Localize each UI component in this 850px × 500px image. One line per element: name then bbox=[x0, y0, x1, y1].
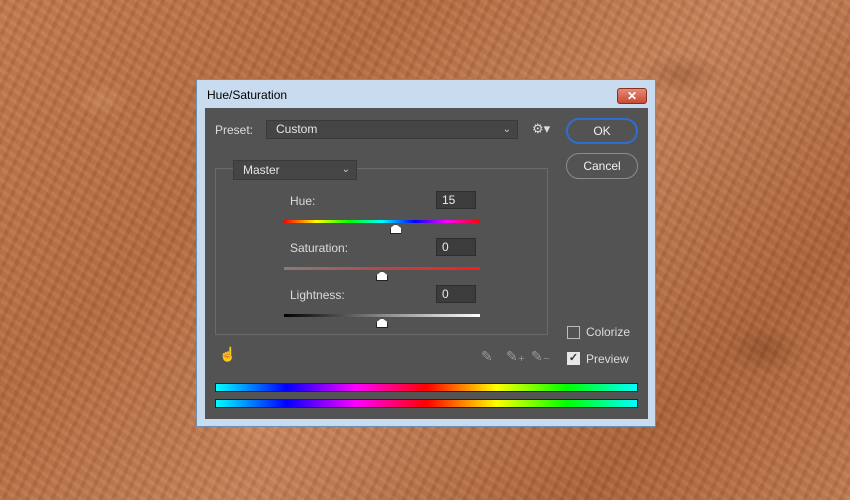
close-button[interactable]: ✕ bbox=[617, 88, 647, 104]
eyedropper-icon[interactable]: ✎ bbox=[481, 348, 493, 365]
lightness-label: Lightness: bbox=[290, 288, 345, 302]
dialog-body: Preset: Custom ⌄ ⚙▾ OK Cancel Master ⌄ H… bbox=[205, 108, 648, 419]
hue-input[interactable]: 15 bbox=[436, 191, 476, 209]
cancel-button[interactable]: Cancel bbox=[566, 153, 638, 179]
chevron-down-icon: ⌄ bbox=[341, 164, 350, 175]
channel-value: Master bbox=[243, 163, 280, 177]
eyedropper-plus-icon[interactable]: ✎₊ bbox=[506, 348, 525, 365]
gear-icon[interactable]: ⚙▾ bbox=[532, 121, 550, 137]
chevron-down-icon: ⌄ bbox=[502, 124, 511, 135]
preview-label: Preview bbox=[586, 352, 629, 366]
preview-checkbox[interactable]: ✓ bbox=[567, 352, 580, 365]
close-icon: ✕ bbox=[626, 89, 638, 103]
colorize-label: Colorize bbox=[586, 325, 631, 339]
output-color-spectrum bbox=[215, 399, 638, 408]
preset-label: Preset: bbox=[215, 123, 254, 137]
eyedropper-minus-icon[interactable]: ✎₋ bbox=[531, 348, 550, 365]
colorize-checkbox[interactable] bbox=[567, 326, 580, 339]
input-color-spectrum bbox=[215, 383, 638, 392]
saturation-slider-track[interactable] bbox=[284, 267, 480, 270]
preset-value: Custom bbox=[276, 122, 318, 136]
channel-dropdown[interactable]: Master ⌄ bbox=[233, 160, 357, 180]
dialog-title: Hue/Saturation bbox=[207, 88, 288, 102]
lightness-input[interactable]: 0 bbox=[436, 285, 476, 303]
targeted-adjustment-icon[interactable]: ☝ bbox=[219, 346, 236, 363]
hue-saturation-dialog: Hue/Saturation ✕ Preset: Custom ⌄ ⚙▾ OK … bbox=[196, 79, 656, 427]
hue-slider-track[interactable] bbox=[284, 220, 480, 223]
adjustment-group bbox=[215, 168, 548, 335]
preset-dropdown[interactable]: Custom ⌄ bbox=[266, 120, 518, 139]
hue-label: Hue: bbox=[290, 194, 316, 208]
ok-button[interactable]: OK bbox=[566, 118, 638, 144]
saturation-input[interactable]: 0 bbox=[436, 238, 476, 256]
title-bar[interactable]: Hue/Saturation ✕ bbox=[197, 80, 655, 108]
lightness-slider-track[interactable] bbox=[284, 314, 480, 317]
saturation-label: Saturation: bbox=[290, 241, 349, 255]
